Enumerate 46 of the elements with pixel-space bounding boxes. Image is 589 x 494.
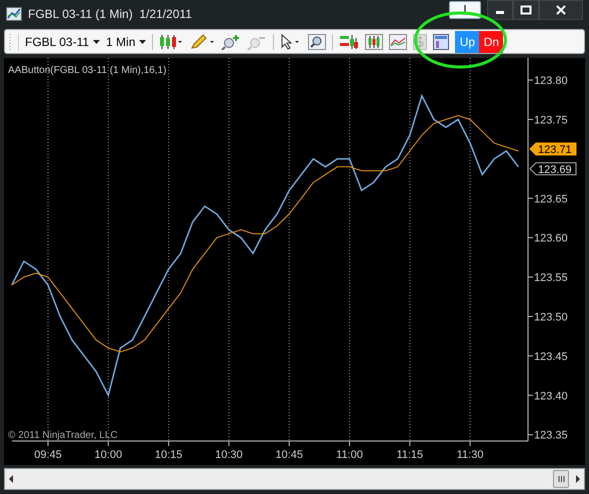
price-tag: 123.71: [529, 142, 576, 156]
maximize-button[interactable]: [513, 0, 539, 20]
indicator-label: AAButton(FGBL 03-11 (1 Min),16,1): [8, 65, 166, 76]
x-tick-label: 09:45: [34, 449, 62, 461]
down-button[interactable]: Dn: [479, 30, 504, 52]
x-tick-label: 10:15: [154, 449, 182, 461]
zoom-in-icon[interactable]: [221, 34, 242, 50]
y-tick-label: 123.80: [534, 75, 568, 88]
x-tick-label: 11:30: [456, 449, 484, 461]
x-tick-label: 10:00: [94, 449, 122, 461]
x-tick-label: 11:15: [396, 449, 424, 461]
candlestick-chart-icon[interactable]: [365, 34, 384, 50]
caret-icon: [139, 40, 146, 44]
maximize-icon: [520, 5, 532, 15]
minimize-button[interactable]: [487, 0, 513, 20]
search-icon[interactable]: [308, 34, 326, 50]
x-tick-label: 11:00: [336, 449, 363, 461]
scrollbar[interactable]: [4, 468, 585, 490]
y-tick-label: 123.60: [534, 232, 568, 245]
scroll-left-icon[interactable]: [8, 475, 14, 483]
price-tag: 123.69: [529, 162, 576, 176]
copyright-text: © 2011 NinjaTrader, LLC: [8, 430, 118, 441]
close-button[interactable]: [539, 0, 583, 20]
instrument-dropdown[interactable]: FGBL 03-11: [18, 32, 100, 50]
x-tick-label: 10:45: [275, 449, 303, 461]
scroll-right-icon[interactable]: [575, 475, 581, 483]
y-tick-label: 123.75: [534, 114, 568, 126]
document-icon[interactable]: [433, 34, 450, 50]
close-icon: [556, 5, 566, 15]
y-tick-label: 123.65: [534, 193, 568, 206]
x-tick-label: 10:30: [215, 449, 243, 461]
y-tick-label: 123.50: [534, 311, 568, 324]
window-title: FGBL 03-11 (1 Min) 1/21/2011: [28, 6, 192, 23]
y-tick-label: 123.55: [534, 272, 568, 284]
interval-dropdown[interactable]: 1 Min: [106, 32, 146, 50]
chart-app-icon: [6, 7, 22, 21]
y-tick-label: 123.40: [534, 390, 568, 402]
grip-icon: [9, 34, 12, 50]
caret-icon: [93, 40, 100, 44]
line-chart-icon[interactable]: [389, 34, 408, 50]
y-tick-label: 123.45: [534, 350, 568, 363]
bars-icon[interactable]: [339, 34, 360, 50]
candlestick-icon[interactable]: [159, 34, 184, 50]
pencil-icon[interactable]: [189, 34, 216, 50]
y-tick-label: 123.35: [534, 430, 568, 442]
scroll-thumb[interactable]: [553, 470, 569, 488]
